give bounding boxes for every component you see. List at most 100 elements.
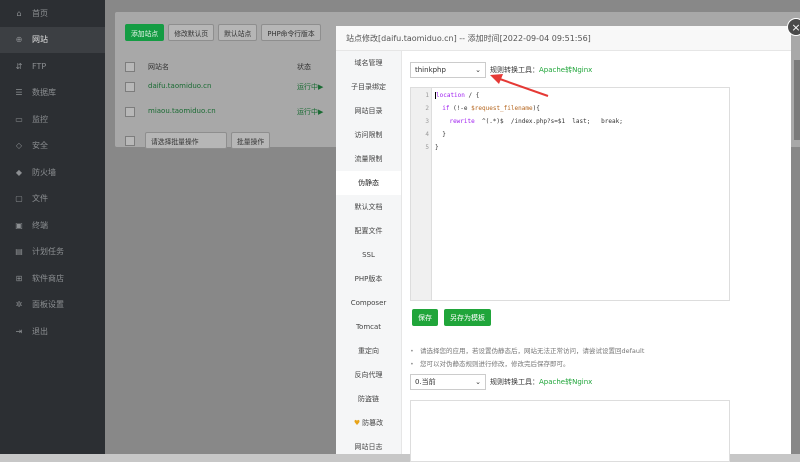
column-site-name[interactable]: 网站名 bbox=[148, 62, 169, 72]
site-domain-link[interactable]: miaou.taomiduo.cn bbox=[148, 107, 216, 115]
gear-icon: ✲ bbox=[15, 300, 23, 310]
rewrite-content: thinkphp ⌄ 规则转换工具： Apache转Nginx 1 2 3 4 … bbox=[410, 62, 780, 462]
ftp-icon: ⇵ bbox=[15, 61, 23, 71]
apache-to-nginx-link[interactable]: Apache转Nginx bbox=[539, 65, 592, 75]
header-checkbox[interactable] bbox=[125, 62, 135, 74]
sidebar-item-label: 计划任务 bbox=[32, 247, 64, 257]
dialog-nav-label: 流量限制 bbox=[354, 155, 383, 163]
dialog-nav-label: Composer bbox=[350, 299, 387, 307]
database-icon: ☰ bbox=[15, 88, 23, 98]
dialog-nav-item[interactable]: 子目录绑定 bbox=[336, 75, 401, 99]
code-line-2: if (!-e $request_filename){ bbox=[442, 105, 540, 112]
rewrite-code-editor-secondary[interactable] bbox=[410, 400, 730, 462]
sidebar-item[interactable]: ▭ 监控 bbox=[0, 106, 105, 133]
change-default-page-button[interactable]: 修改默认页 bbox=[168, 24, 215, 41]
dialog-nav-item[interactable]: 网站目录 bbox=[336, 99, 401, 123]
dialog-nav-label: SSL bbox=[362, 251, 375, 259]
dialog-nav-item[interactable]: Tomcat bbox=[336, 315, 401, 339]
dialog-nav-item[interactable]: 伪静态 bbox=[336, 171, 401, 195]
dialog-nav-label: 访问限制 bbox=[354, 131, 383, 139]
scrollbar[interactable] bbox=[794, 60, 800, 140]
dialog-nav-item[interactable]: 默认文档 bbox=[336, 195, 401, 219]
converter-label: 规则转换工具： bbox=[490, 378, 539, 386]
sidebar-item[interactable]: ▢ 文件 bbox=[0, 186, 105, 213]
sidebar-item-label: 面板设置 bbox=[32, 300, 64, 310]
converter-tool: 规则转换工具： Apache转Nginx bbox=[490, 65, 592, 75]
dialog-nav-label: 反向代理 bbox=[354, 371, 383, 379]
dialog-nav-item[interactable]: PHP版本 bbox=[336, 267, 401, 291]
dialog-nav: 域名管理子目录绑定网站目录访问限制流量限制伪静态默认文档配置文件 SSL PHP版本… bbox=[336, 51, 402, 454]
site-edit-dialog: 站点修改[daifu.taomiduo.cn] -- 添加时间[2022-09-… bbox=[336, 26, 791, 462]
status-badge[interactable]: 运行中▶ bbox=[297, 82, 323, 92]
line-number: 5 bbox=[425, 144, 429, 151]
dialog-nav-item[interactable]: 配置文件 bbox=[336, 219, 401, 243]
dialog-nav-label: 重定向 bbox=[358, 347, 379, 355]
shield-icon: ♥ bbox=[353, 419, 361, 427]
save-button[interactable]: 保存 bbox=[412, 309, 438, 326]
dialog-nav-item[interactable]: Composer bbox=[336, 291, 401, 315]
line-number: 2 bbox=[425, 105, 429, 112]
close-icon[interactable]: × bbox=[787, 18, 800, 36]
sidebar-item[interactable]: ⊞ 软件商店 bbox=[0, 265, 105, 292]
apache-to-nginx-link[interactable]: Apache转Nginx bbox=[539, 377, 592, 387]
dialog-nav-label: 配置文件 bbox=[354, 227, 383, 235]
dialog-nav-label: PHP版本 bbox=[354, 275, 383, 283]
terminal-icon: ▣ bbox=[15, 220, 23, 230]
dialog-nav-item[interactable]: 防盗链 bbox=[336, 387, 401, 411]
chevron-down-icon: ⌄ bbox=[475, 66, 481, 74]
tip-item: 请选择您的应用，若设置伪静态后，网站无法正常访问，请尝试设置回default bbox=[410, 345, 644, 358]
php-cli-version-button[interactable]: PHP命令行版本 bbox=[261, 24, 321, 41]
sidebar-item[interactable]: ⌂ 首页 bbox=[0, 0, 105, 27]
dialog-nav-item[interactable]: 域名管理 bbox=[336, 51, 401, 75]
sidebar: ⌂ 首页 ⊕ 网站 ⇵ FTP ☰ 数据库 ▭ 监控 ◇ 安全 ◆ 防火墙 ▢ 文件 ▣ 终端 ▤ 计划任务 ⊞ 软件商店… bbox=[0, 0, 105, 454]
toolbar: 添加站点 修改默认页 默认站点 PHP命令行版本 bbox=[125, 24, 321, 41]
code-line-4: } bbox=[435, 131, 446, 138]
default-site-button[interactable]: 默认站点 bbox=[218, 24, 258, 41]
sidebar-item[interactable]: ◆ 防火墙 bbox=[0, 159, 105, 186]
dialog-nav-item[interactable]: ♥ 防篡改 bbox=[336, 411, 401, 435]
sidebar-item[interactable]: ▤ 计划任务 bbox=[0, 239, 105, 266]
table-row: miaou.taomiduo.cn 运行中▶ bbox=[125, 107, 345, 119]
dialog-nav-label: 子目录绑定 bbox=[351, 83, 386, 91]
sidebar-item[interactable]: ▣ 终端 bbox=[0, 212, 105, 239]
batch-checkbox[interactable] bbox=[125, 135, 135, 146]
add-site-button[interactable]: 添加站点 bbox=[125, 24, 165, 41]
dialog-nav-item[interactable]: 重定向 bbox=[336, 339, 401, 363]
site-domain-link[interactable]: daifu.taomiduo.cn bbox=[148, 82, 211, 90]
sidebar-item[interactable]: ⇵ FTP bbox=[0, 53, 105, 80]
sidebar-item-label: 网站 bbox=[32, 35, 48, 45]
sidebar-item[interactable]: ☰ 数据库 bbox=[0, 80, 105, 107]
sidebar-item[interactable]: ✲ 面板设置 bbox=[0, 292, 105, 319]
rewrite-template-select[interactable]: thinkphp ⌄ bbox=[410, 62, 486, 78]
sidebar-item[interactable]: ⊕ 网站 bbox=[0, 26, 105, 53]
dialog-nav-label: 网站日志 bbox=[354, 443, 383, 451]
sidebar-item[interactable]: ◇ 安全 bbox=[0, 133, 105, 160]
status-badge[interactable]: 运行中▶ bbox=[297, 107, 323, 117]
globe-icon: ⊕ bbox=[15, 35, 23, 45]
dialog-nav-item[interactable]: SSL bbox=[336, 243, 401, 267]
row-checkbox[interactable] bbox=[125, 82, 135, 92]
tips-list: 请选择您的应用，若设置伪静态后，网站无法正常访问，请尝试设置回default 您… bbox=[410, 345, 644, 371]
column-status[interactable]: 状态 bbox=[297, 62, 311, 72]
dir-select[interactable]: 0.当前 ⌄ bbox=[410, 374, 486, 390]
dialog-nav-item[interactable]: 网站日志 bbox=[336, 435, 401, 459]
batch-button[interactable]: 批量操作 bbox=[231, 132, 271, 149]
converter-tool: 规则转换工具： Apache转Nginx bbox=[490, 377, 592, 387]
batch-select[interactable]: 请选择批量操作 bbox=[145, 132, 227, 149]
dir-row: 0.当前 ⌄ 规则转换工具： Apache转Nginx bbox=[410, 374, 592, 390]
line-number: 1 bbox=[425, 92, 429, 99]
save-as-template-button[interactable]: 另存为模板 bbox=[444, 309, 491, 326]
dialog-nav-item[interactable]: 反向代理 bbox=[336, 363, 401, 387]
sidebar-item[interactable]: ⇥ 退出 bbox=[0, 318, 105, 345]
sidebar-item-label: 监控 bbox=[32, 114, 48, 124]
code-line-3: rewrite ^(.*)$ /index.php?s=$1 last; bre… bbox=[449, 118, 623, 125]
monitor-icon: ▭ bbox=[15, 114, 23, 124]
dialog-nav-label: 防盗链 bbox=[358, 395, 379, 403]
row-checkbox[interactable] bbox=[125, 107, 135, 117]
dialog-nav-label: 域名管理 bbox=[354, 59, 383, 67]
rewrite-code-editor[interactable]: 1 2 3 4 5 location / { if (!-e $request_… bbox=[410, 87, 730, 301]
dialog-nav-label: 默认文档 bbox=[354, 203, 383, 211]
dialog-nav-item[interactable]: 访问限制 bbox=[336, 123, 401, 147]
dialog-title: 站点修改[daifu.taomiduo.cn] -- 添加时间[2022-09-… bbox=[336, 26, 791, 51]
dialog-nav-item[interactable]: 流量限制 bbox=[336, 147, 401, 171]
